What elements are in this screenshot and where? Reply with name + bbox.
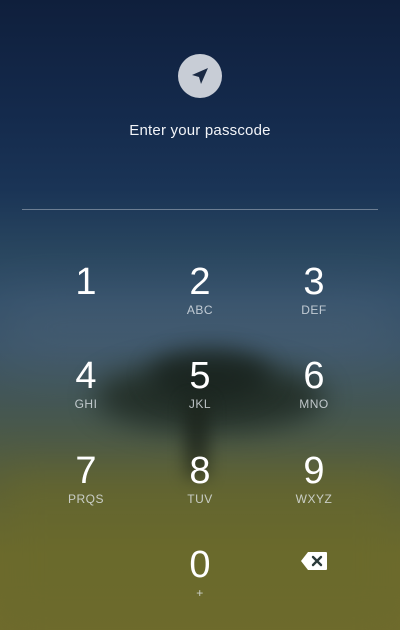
key-digit: 2 (189, 261, 211, 303)
backspace-icon (301, 552, 327, 570)
key-digit: 9 (303, 450, 325, 492)
key-digit: 1 (75, 261, 97, 303)
key-digit: 3 (303, 261, 325, 303)
passcode-header: Enter your passcode (0, 0, 400, 210)
key-letters: TUV (187, 492, 213, 506)
key-6[interactable]: 6 MNO (259, 338, 369, 418)
key-letters: ABC (186, 303, 214, 317)
key-digit: 8 (189, 450, 211, 492)
key-letters: MNO (299, 397, 329, 411)
key-letters: GHI (74, 397, 98, 411)
key-letters: DEF (301, 303, 327, 317)
key-digit: 7 (75, 450, 97, 492)
key-1[interactable]: 1 (31, 244, 141, 324)
key-5[interactable]: 5 JKL (145, 338, 255, 418)
passcode-prompt: Enter your passcode (129, 122, 271, 139)
key-digit: 0 (189, 544, 211, 586)
key-letters: WXYZ (295, 492, 333, 506)
key-2[interactable]: 2 ABC (145, 244, 255, 324)
key-digit: 6 (303, 355, 325, 397)
key-digit: 4 (75, 355, 97, 397)
key-8[interactable]: 8 TUV (145, 433, 255, 513)
key-4[interactable]: 4 GHI (31, 338, 141, 418)
key-7[interactable]: 7 PRQS (31, 433, 141, 513)
key-letters: + (196, 586, 204, 600)
key-9[interactable]: 9 WXYZ (259, 433, 369, 513)
key-letters: JKL (188, 397, 212, 411)
delete-button[interactable] (259, 527, 369, 607)
key-0[interactable]: 0 + (145, 527, 255, 607)
passcode-entry-line (22, 209, 378, 210)
send-arrow-icon (178, 54, 222, 98)
key-letters: PRQS (67, 492, 104, 506)
key-digit: 5 (189, 355, 211, 397)
key-3[interactable]: 3 DEF (259, 244, 369, 324)
